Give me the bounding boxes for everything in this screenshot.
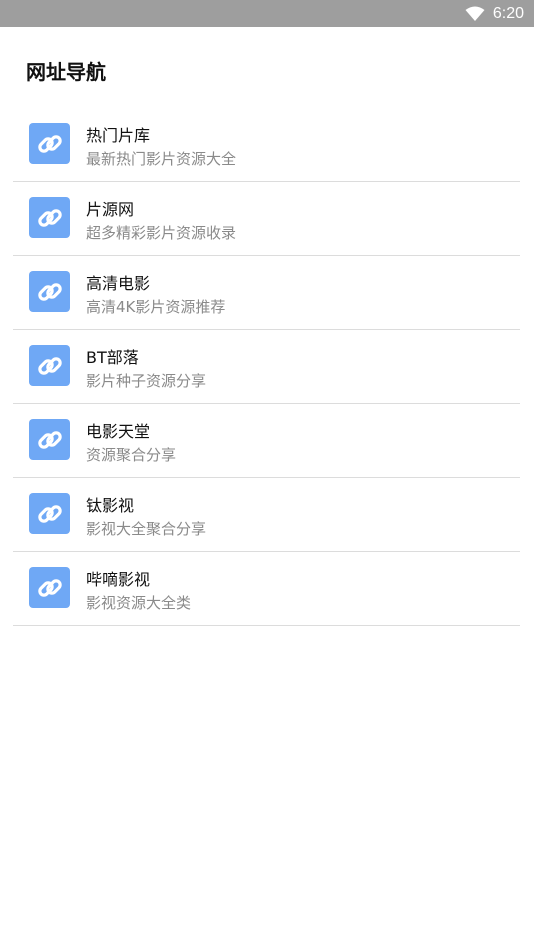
link-icon [29, 345, 70, 386]
link-name: 电影天堂 [86, 422, 151, 441]
link-name: 高清电影 [86, 274, 151, 293]
page-title: 网址导航 [26, 60, 106, 84]
status-bar: 6:20 [0, 0, 534, 27]
status-time: 6:20 [492, 4, 524, 22]
link-item-5[interactable]: 钛影视 影视大全聚合分享 [13, 478, 520, 552]
link-desc: 影视大全聚合分享 [86, 520, 207, 538]
link-desc: 超多精彩影片资源收录 [86, 224, 237, 242]
link-icon [29, 493, 70, 534]
link-name: 钛影视 [86, 496, 135, 515]
link-item-3[interactable]: BT部落 影片种子资源分享 [13, 330, 520, 404]
link-desc: 影视资源大全类 [86, 594, 192, 612]
link-desc: 影片种子资源分享 [86, 372, 207, 390]
link-list: 热门片库 最新热门影片资源大全 片源网 超多精彩影片资源收录 高清电影 高清4K… [13, 108, 520, 626]
link-icon [29, 567, 70, 608]
wifi-icon [465, 6, 485, 22]
link-desc: 高清4K影片资源推荐 [86, 298, 226, 316]
link-icon [29, 419, 70, 460]
link-item-2[interactable]: 高清电影 高清4K影片资源推荐 [13, 256, 520, 330]
link-icon [29, 197, 70, 238]
link-item-6[interactable]: 哔嘀影视 影视资源大全类 [13, 552, 520, 626]
link-desc: 最新热门影片资源大全 [86, 150, 237, 168]
link-name: BT部落 [86, 348, 139, 367]
link-name: 片源网 [86, 200, 135, 219]
link-name: 热门片库 [86, 126, 151, 145]
link-item-4[interactable]: 电影天堂 资源聚合分享 [13, 404, 520, 478]
link-item-1[interactable]: 片源网 超多精彩影片资源收录 [13, 182, 520, 256]
link-desc: 资源聚合分享 [86, 446, 177, 464]
link-icon [29, 123, 70, 164]
link-item-0[interactable]: 热门片库 最新热门影片资源大全 [13, 108, 520, 182]
link-name: 哔嘀影视 [86, 570, 151, 589]
link-icon [29, 271, 70, 312]
